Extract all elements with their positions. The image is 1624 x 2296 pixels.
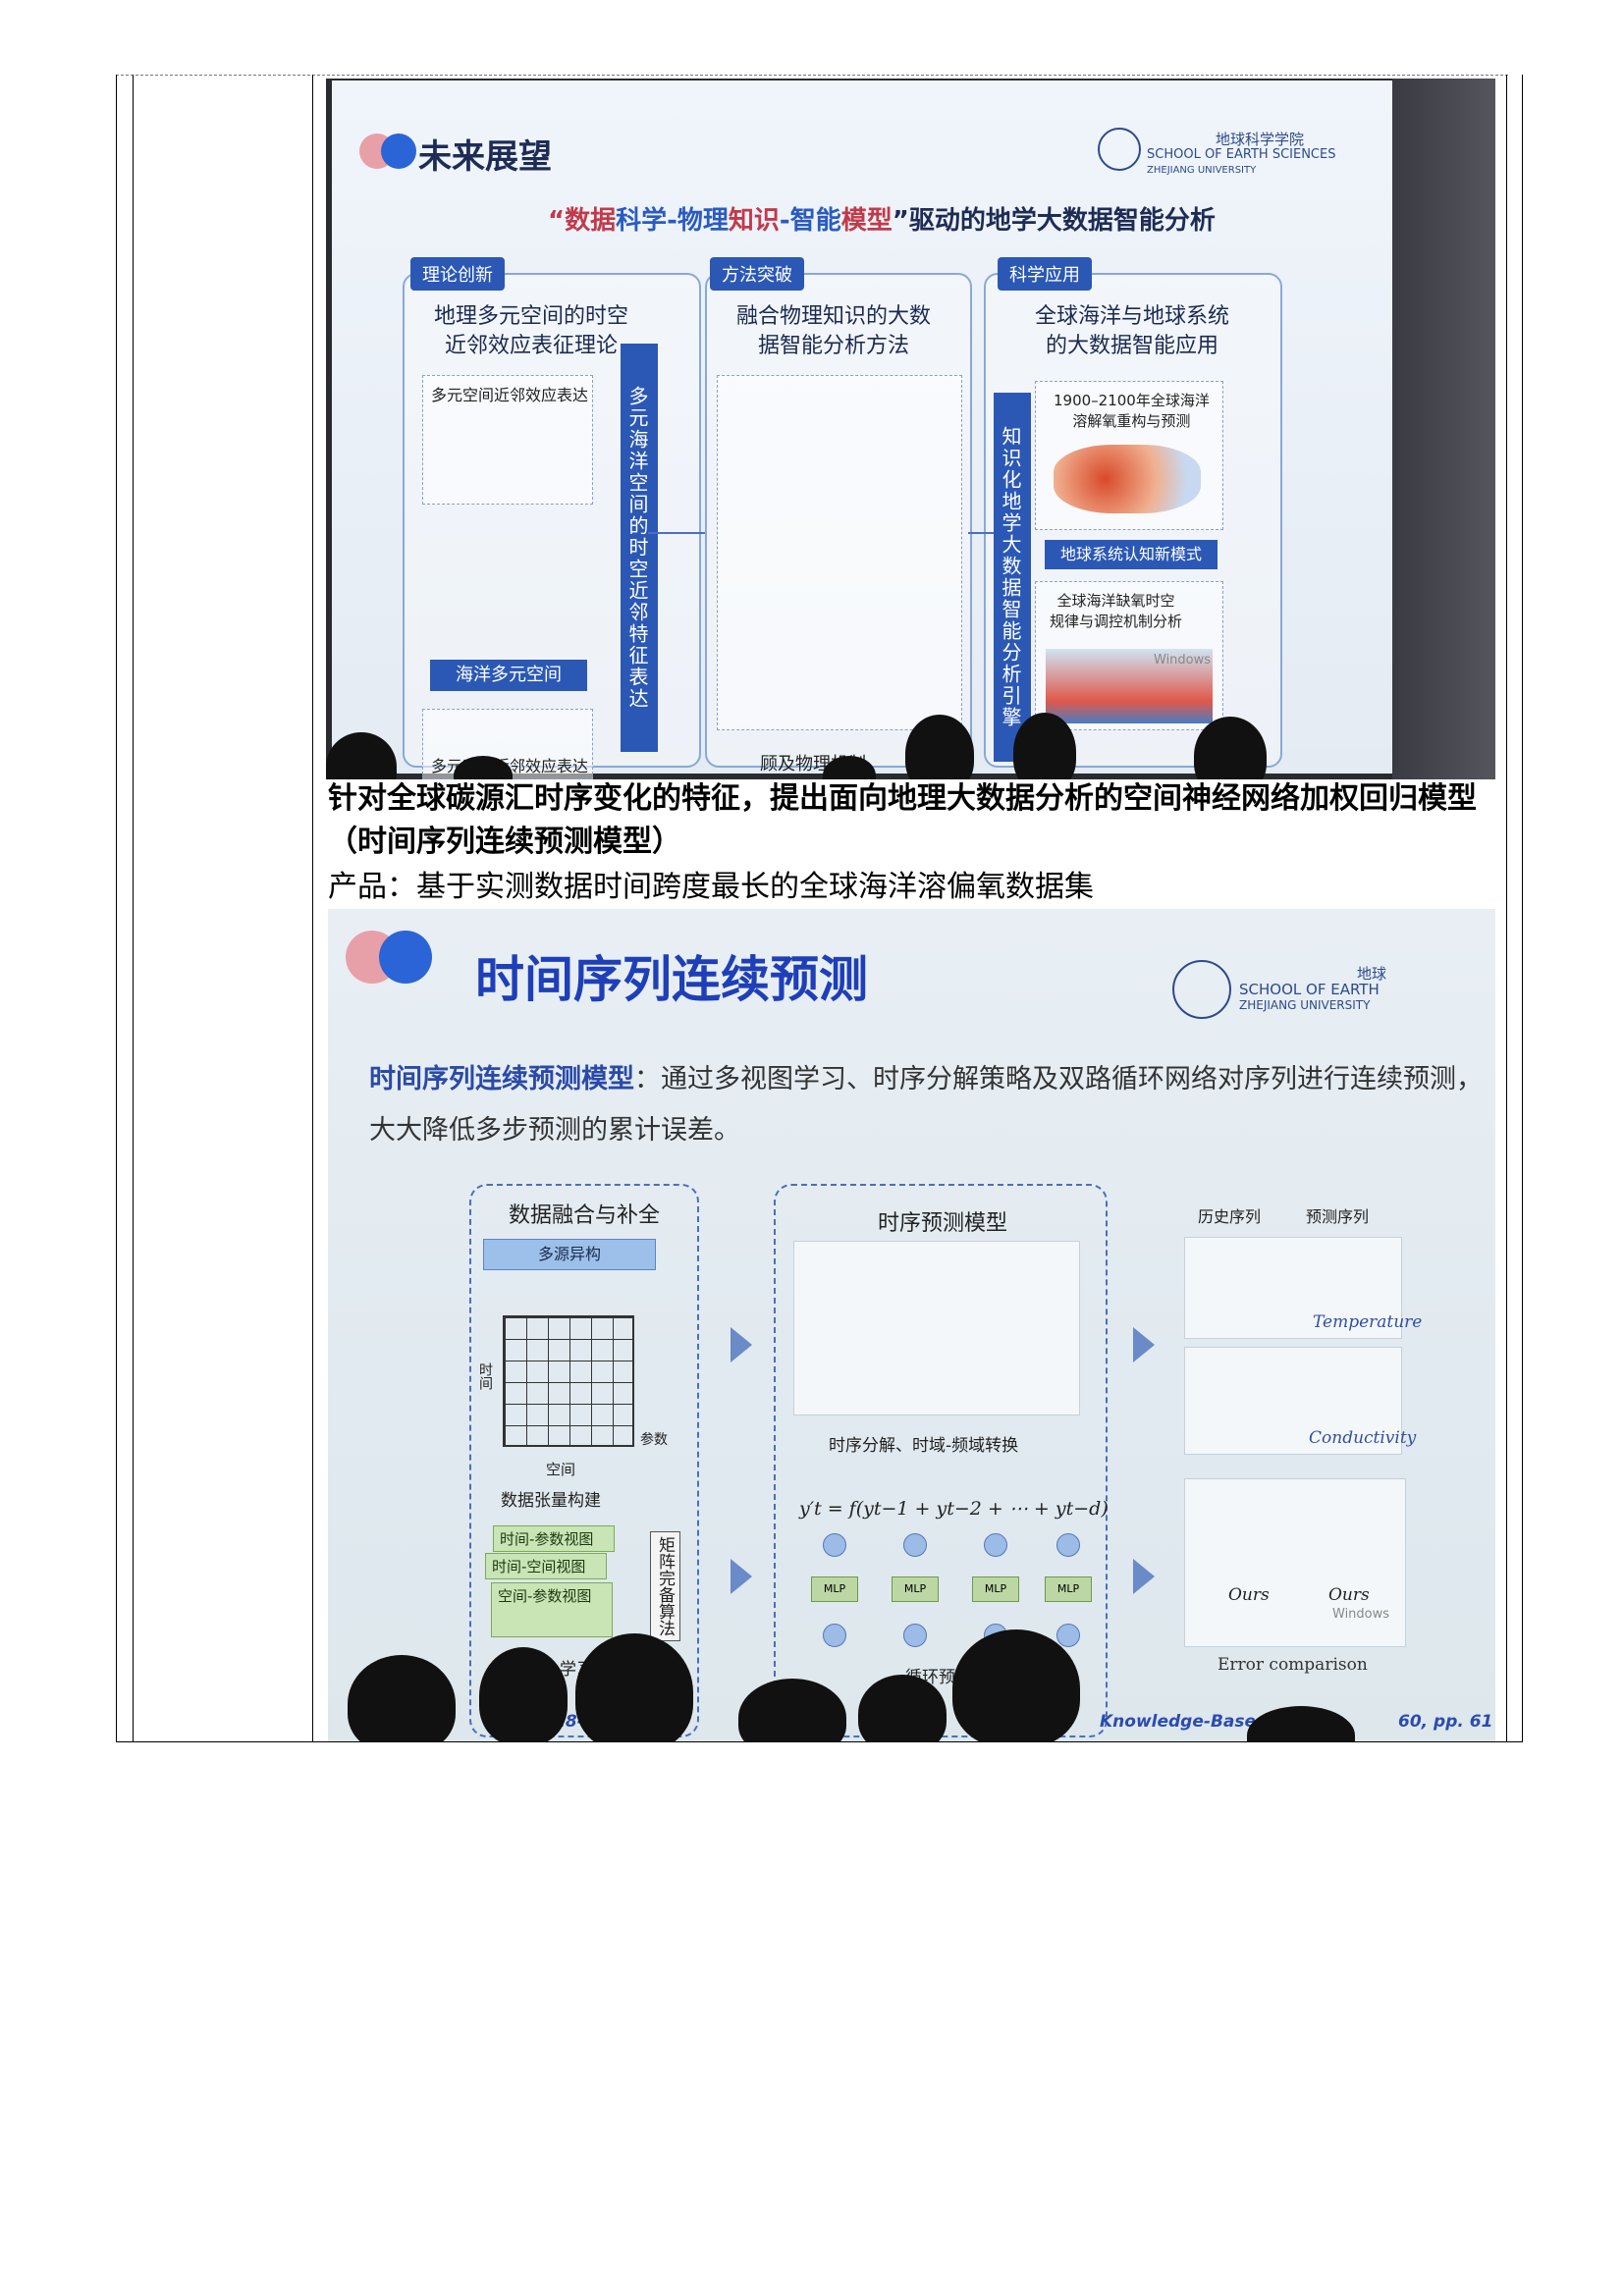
slide-subtitle: “数据科学-物理知识-智能模型”驱动的地学大数据智能分析: [548, 206, 1216, 236]
zju-emblem-icon: [1098, 128, 1141, 171]
col1-vertical-bar: 多元海洋空间的时空近邻特征表达: [621, 344, 658, 752]
table-border-right: [1522, 75, 1523, 1741]
school-name-en-2: ZHEJIANG UNIVERSITY: [1147, 165, 1257, 176]
table-border-right-inner: [1506, 75, 1507, 1741]
output-node: [1056, 1533, 1080, 1557]
view-time-space: 时间-空间视图: [485, 1553, 607, 1579]
slide-logo-icon: [359, 133, 418, 169]
room-wall: [1392, 79, 1495, 779]
view-time-param: 时间-参数视图: [493, 1525, 615, 1552]
school-name: 地球 SCHOOL OF EARTH ZHEJIANG UNIVERSITY: [1239, 966, 1386, 1013]
school-name-cn: 地球科学学院: [1216, 131, 1305, 148]
col1-heading: 地理多元空间的时空 近邻效应表征理论: [433, 304, 628, 358]
arrow-right-icon: [1133, 1327, 1155, 1362]
output-node: [984, 1533, 1007, 1557]
axis-param-label: 参数: [640, 1432, 668, 1448]
ours-label-1: Ours: [1228, 1585, 1270, 1605]
decomposition-label: 时序分解、时域-频域转换: [829, 1436, 1019, 1456]
arrow-col2-col3: [968, 532, 994, 534]
temperature-chart: Temperature: [1184, 1237, 1422, 1339]
audience-head: [575, 1633, 693, 1741]
table-border-bottom: [116, 1741, 1523, 1742]
mlp-block: MLP: [811, 1576, 858, 1602]
hypoxia-analysis-label: 全球海洋缺氧时空 规律与调控机制分析: [1050, 592, 1183, 630]
hypoxia-analysis-box: 全球海洋缺氧时空 规律与调控机制分析 Windows: [1035, 581, 1223, 730]
audience-head: [952, 1629, 1080, 1741]
earth-system-bar: 地球系统认知新模式: [1045, 540, 1218, 569]
neural-net-diagram: [717, 375, 962, 730]
spatial-proximity-label: 多元空间近邻效应表达: [431, 386, 589, 404]
slide-description: 时间序列连续预测模型：通过多视图学习、时序分解策略及双路循环网络对序列进行连续预…: [369, 1064, 1483, 1146]
panel-data-fusion-title: 数据融合与补全: [509, 1203, 661, 1228]
windows-watermark: Windows: [1154, 653, 1212, 667]
product-description: 产品：基于实测数据时间跨度最长的全球海洋溶偏氧数据集: [328, 870, 1094, 904]
view-space-param: 空间-参数视图: [491, 1582, 613, 1637]
error-comparison-chart: Ours Ours Windows: [1184, 1478, 1406, 1647]
arrow-right-icon: [1133, 1559, 1155, 1594]
zju-emblem-icon: [1172, 960, 1231, 1019]
slide-photo-future-outlook: 未来展望 地球科学学院 SCHOOL OF EARTH SCIENCES ZHE…: [326, 79, 1495, 779]
tag-scientific-application: 科学应用: [998, 257, 1092, 291]
school-name: 地球科学学院 SCHOOL OF EARTH SCIENCES ZHEJIANG…: [1147, 132, 1335, 179]
windows-watermark: Windows: [1332, 1607, 1390, 1622]
ours-label-2: Ours: [1328, 1585, 1370, 1605]
projector-screen: 未来展望 地球科学学院 SCHOOL OF EARTH SCIENCES ZHE…: [332, 80, 1392, 779]
history-series-label: 历史序列: [1198, 1207, 1262, 1226]
arrow-right-icon: [731, 1327, 752, 1362]
multi-source-label: 多源异构: [483, 1239, 656, 1270]
conductivity-label: Conductivity: [1309, 1428, 1417, 1448]
error-comparison-label: Error comparison: [1218, 1655, 1368, 1675]
slide-title: 未来展望: [418, 137, 552, 177]
table-border-left-inner: [133, 75, 134, 1741]
citation-right: Knowledge-Based: [1100, 1712, 1269, 1732]
output-node: [903, 1533, 927, 1557]
audience-head: [479, 1647, 568, 1741]
audience-head: [348, 1655, 456, 1741]
slide-photo-time-series: 时间序列连续预测 地球 SCHOOL OF EARTH ZHEJIANG UNI…: [328, 909, 1495, 1741]
axis-time-label: 时间: [477, 1362, 493, 1390]
arrow-right-icon: [731, 1559, 752, 1594]
ocean-multispace-bar: 海洋多元空间: [430, 660, 587, 691]
school-name-en-2: ZHEJIANG UNIVERSITY: [1239, 998, 1371, 1012]
col2-heading: 融合物理知识的大数 据智能分析方法: [735, 304, 931, 358]
panel-forecast-title: 时序预测模型: [878, 1211, 1008, 1236]
tensor-construction-label: 数据张量构建: [501, 1491, 601, 1511]
ocean-map-image: [1054, 445, 1201, 513]
citation-right-2: 60, pp. 61: [1398, 1712, 1493, 1732]
input-node: [903, 1624, 927, 1647]
conductivity-chart: Conductivity: [1184, 1347, 1416, 1455]
mlp-block: MLP: [892, 1576, 939, 1602]
predicted-series-label: 预测序列: [1306, 1207, 1370, 1226]
slide-title: 时间序列连续预测: [475, 951, 868, 1008]
temperature-label: Temperature: [1313, 1312, 1423, 1332]
table-border-left: [116, 75, 117, 1741]
decomposition-chart: [793, 1241, 1080, 1415]
tensor-cube: [503, 1315, 634, 1447]
col3-heading: 全球海洋与地球系统 的大数据智能应用: [1034, 304, 1229, 358]
mlp-block: MLP: [1045, 1576, 1092, 1602]
matrix-completion-label: 矩阵完备算法: [650, 1531, 680, 1641]
input-node: [1056, 1624, 1080, 1647]
input-node: [823, 1624, 846, 1647]
recurrence-formula: y′t = f(yt−1 + yt−2 + ⋯ + yt−d): [799, 1498, 1109, 1520]
model-description-bold: 针对全球碳源汇时序变化的特征，提出面向地理大数据分析的空间神经网络加权回归模型（…: [328, 781, 1477, 859]
tag-method-breakthrough: 方法突破: [710, 257, 804, 291]
oxygen-reconstruction-box: 1900–2100年全球海洋 溶解氧重构与预测: [1035, 381, 1223, 530]
school-name-en: SCHOOL OF EARTH: [1239, 981, 1380, 998]
axis-space-label: 空间: [546, 1461, 576, 1478]
tag-theory-innovation: 理论创新: [410, 257, 505, 291]
output-node: [823, 1533, 846, 1557]
arrow-col1-col2: [648, 532, 705, 534]
school-name-cn: 地球: [1357, 965, 1387, 983]
mlp-block: MLP: [972, 1576, 1019, 1602]
spatial-proximity-box: 多元空间近邻效应表达: [422, 375, 593, 505]
school-name-en: SCHOOL OF EARTH SCIENCES: [1147, 147, 1336, 162]
table-column-divider: [312, 75, 313, 1741]
col3-vertical-bar: 知识化地学大数据智能分析引擎: [994, 393, 1031, 762]
oxygen-reconstruction-label: 1900–2100年全球海洋 溶解氧重构与预测: [1054, 392, 1210, 430]
slide-logo-icon: [346, 931, 434, 984]
